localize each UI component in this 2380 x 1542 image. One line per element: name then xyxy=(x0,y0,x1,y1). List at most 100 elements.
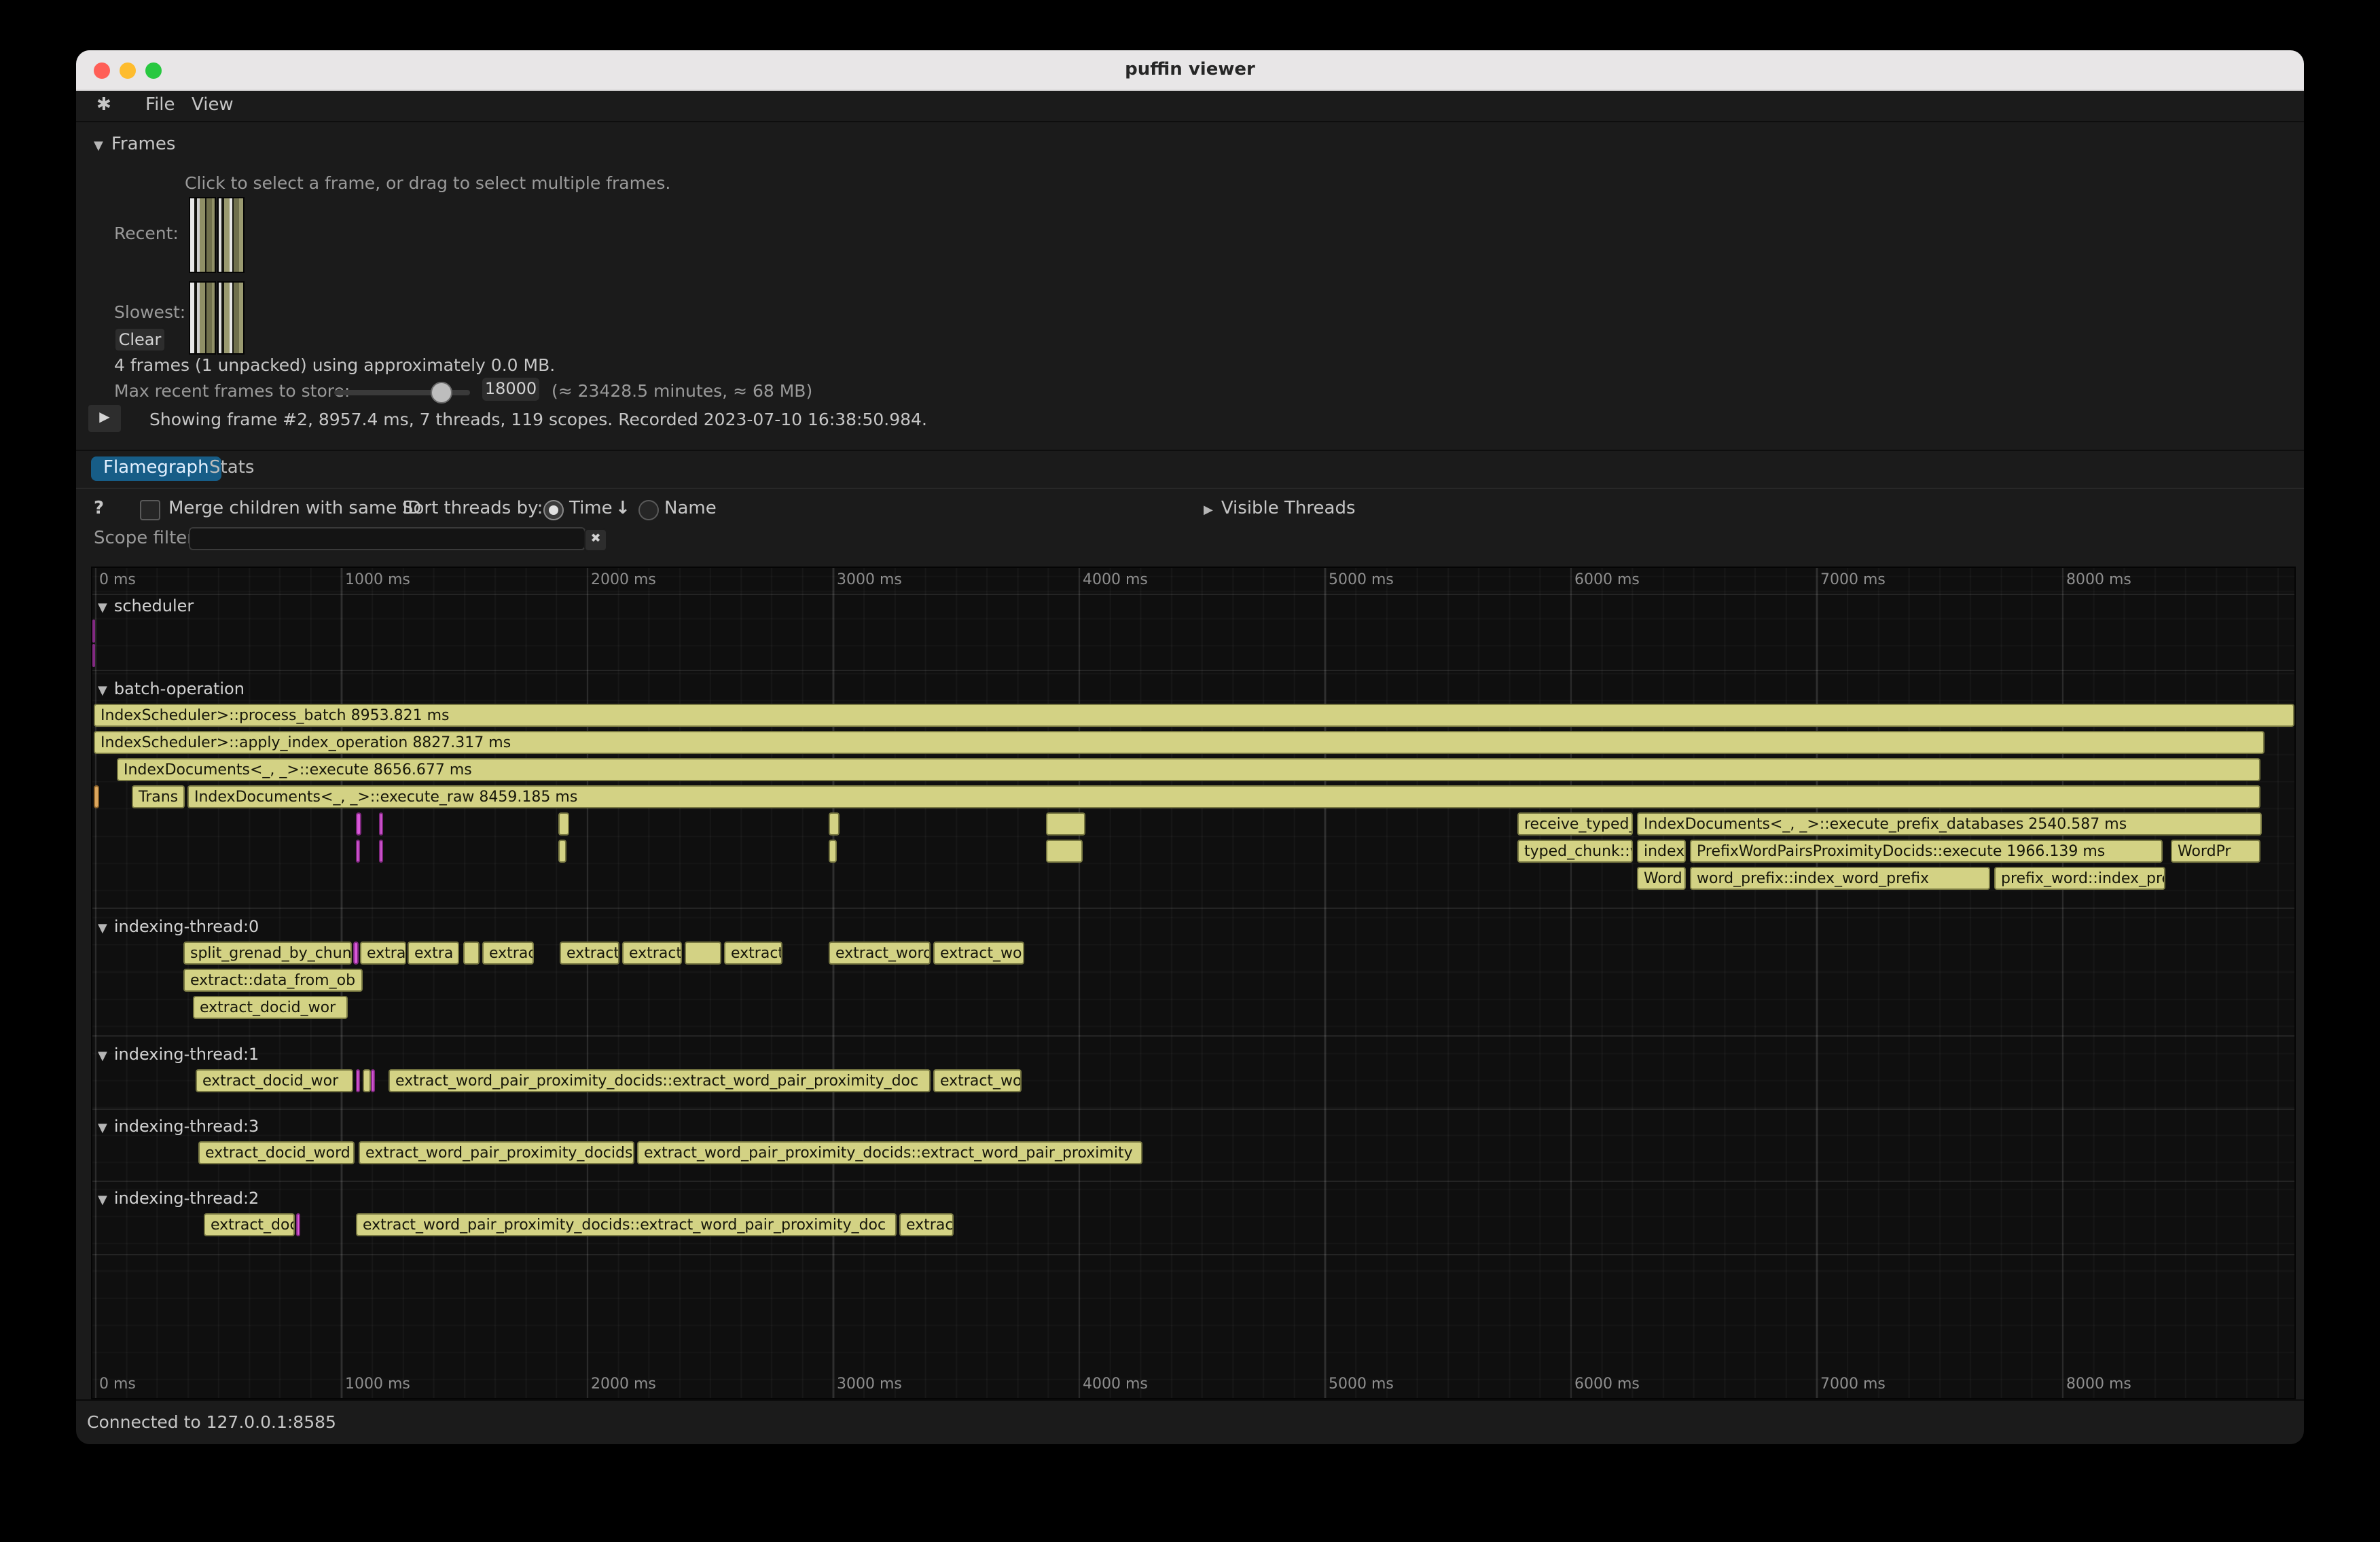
thread-name: indexing-thread:2 xyxy=(114,1189,259,1208)
flame-bar[interactable]: extract_wo xyxy=(933,1069,1022,1092)
help-button[interactable]: ? xyxy=(94,499,104,519)
flame-bar[interactable] xyxy=(829,812,840,836)
flame-bar[interactable]: extract_doc xyxy=(204,1213,295,1236)
flame-bar[interactable]: word_prefix::index_word_prefix xyxy=(1690,867,1990,890)
flame-bar[interactable]: extract_docid_wor xyxy=(193,996,348,1019)
theme-toggle-icon[interactable]: ✱ xyxy=(96,95,111,115)
recent-frames-thumbnail[interactable] xyxy=(217,197,245,273)
flame-bar[interactable] xyxy=(558,812,569,836)
sort-by-time-radio[interactable] xyxy=(543,500,564,520)
sort-direction-arrow-icon[interactable]: ↓ xyxy=(615,499,630,519)
thread-header[interactable]: ▼batch-operation xyxy=(98,679,245,698)
flame-bar[interactable]: index xyxy=(1637,840,1686,863)
thread-header[interactable]: ▼indexing-thread:3 xyxy=(98,1117,259,1136)
clear-filter-button[interactable]: ✖ xyxy=(584,528,607,552)
flame-bar[interactable] xyxy=(92,620,95,643)
play-pause-button[interactable]: ▶ xyxy=(87,404,122,433)
flame-bar[interactable] xyxy=(363,1069,371,1092)
flame-bar[interactable] xyxy=(353,942,359,965)
flame-bar[interactable]: WordPr xyxy=(2171,840,2260,863)
flame-bar[interactable]: extract_wo xyxy=(933,942,1024,965)
recent-frames-thumbnail[interactable] xyxy=(189,197,216,273)
merge-children-label[interactable]: Merge children with same ID xyxy=(168,499,421,519)
flame-bar[interactable]: extrac xyxy=(482,942,534,965)
flame-bar[interactable]: extra xyxy=(408,942,459,965)
max-frames-value[interactable]: 18000 xyxy=(482,378,539,401)
flame-bar[interactable] xyxy=(371,1069,375,1092)
flame-bar[interactable]: extract_word_pair_proximity_docids::extr… xyxy=(637,1141,1142,1164)
flame-bar[interactable] xyxy=(1046,840,1083,863)
sort-by-name-radio[interactable] xyxy=(638,500,659,520)
flame-bar[interactable]: Word xyxy=(1637,867,1686,890)
flame-bar[interactable] xyxy=(558,840,566,863)
time-axis-label: 8000 ms xyxy=(2066,571,2131,588)
flame-bar[interactable] xyxy=(92,644,95,667)
sort-threads-label: Sort threads by: xyxy=(402,499,543,519)
max-frames-slider-knob[interactable] xyxy=(431,382,452,404)
flamegraph-canvas[interactable]: 0 ms1000 ms2000 ms3000 ms4000 ms5000 ms6… xyxy=(91,567,2296,1399)
flame-bar[interactable] xyxy=(356,840,360,863)
flame-bar[interactable] xyxy=(1046,812,1085,836)
thread-header[interactable]: ▼indexing-thread:0 xyxy=(98,917,259,936)
thread-name: batch-operation xyxy=(114,679,245,698)
flame-bar[interactable]: extract_ xyxy=(560,942,619,965)
time-axis-label: 6000 ms xyxy=(1574,1375,1640,1393)
flame-bar[interactable]: extract_word xyxy=(829,942,931,965)
flame-bar[interactable]: IndexScheduler>::apply_index_operation 8… xyxy=(94,731,2265,754)
section-separator xyxy=(92,594,2294,595)
flame-bar[interactable] xyxy=(829,840,837,863)
menu-file[interactable]: File xyxy=(145,95,175,115)
section-separator xyxy=(92,670,2294,671)
clear-frames-button[interactable]: Clear xyxy=(114,327,166,352)
flame-bar[interactable]: IndexDocuments<_, _>::execute 8656.677 m… xyxy=(117,758,2260,781)
thread-header[interactable]: ▼scheduler xyxy=(98,596,194,615)
time-axis-label: 5000 ms xyxy=(1329,571,1394,588)
flame-bar[interactable] xyxy=(94,785,99,808)
thread-header[interactable]: ▼indexing-thread:2 xyxy=(98,1189,259,1208)
flame-bar[interactable]: extract_docid_wor xyxy=(196,1069,353,1092)
flame-bar[interactable]: extract_word_pair_proximity_docids xyxy=(359,1141,634,1164)
flame-bar[interactable]: extrac xyxy=(899,1213,954,1236)
visible-threads-header[interactable]: ▶ Visible Threads xyxy=(1204,499,1356,519)
flame-bar[interactable]: extract_docid_word xyxy=(198,1141,355,1164)
slowest-frames-thumbnail[interactable] xyxy=(189,281,216,355)
time-axis-label: 6000 ms xyxy=(1574,571,1640,588)
flame-bar[interactable] xyxy=(685,942,721,965)
merge-children-checkbox[interactable] xyxy=(140,500,160,520)
tab-stats[interactable]: Stats xyxy=(197,456,266,481)
flame-bar[interactable]: Trans xyxy=(132,785,185,808)
flame-bar[interactable] xyxy=(296,1213,300,1236)
flame-bar[interactable]: typed_chunk::w xyxy=(1517,840,1633,863)
time-axis-label: 8000 ms xyxy=(2066,1375,2131,1393)
flame-bar[interactable]: extract_word_pair_proximity_docids::extr… xyxy=(356,1213,897,1236)
scope-filter-input[interactable] xyxy=(189,527,585,550)
flame-bar[interactable]: prefix_word::index_prefix_wo xyxy=(1994,867,2165,890)
flame-bar[interactable]: extract xyxy=(360,942,406,965)
frames-summary-text: 4 frames (1 unpacked) using approximatel… xyxy=(114,355,555,375)
flame-bar[interactable]: extract_word_pair_proximity_docids::extr… xyxy=(389,1069,931,1092)
flame-bar[interactable]: receive_typed_ xyxy=(1517,812,1633,836)
menu-bar: ✱ File View xyxy=(76,90,2304,122)
flame-bar[interactable]: split_grenad_by_chun xyxy=(183,942,352,965)
flame-bar[interactable]: IndexDocuments<_, _>::execute_prefix_dat… xyxy=(1637,812,2262,836)
sort-by-name-label[interactable]: Name xyxy=(664,499,717,519)
flame-bar[interactable] xyxy=(379,812,383,836)
thread-header[interactable]: ▼indexing-thread:1 xyxy=(98,1045,259,1064)
slowest-frames-thumbnail[interactable] xyxy=(217,281,245,355)
menu-view[interactable]: View xyxy=(192,95,234,115)
flame-bar[interactable] xyxy=(379,840,383,863)
flame-bar[interactable] xyxy=(463,942,480,965)
flame-bar[interactable] xyxy=(356,812,361,836)
tabs-separator xyxy=(76,488,2304,489)
frames-collapsible-header[interactable]: ▼ Frames xyxy=(94,135,175,155)
frame-status-text: Showing frame #2, 8957.4 ms, 7 threads, … xyxy=(149,409,927,429)
flame-bar[interactable]: IndexDocuments<_, _>::execute_raw 8459.1… xyxy=(187,785,2260,808)
sort-by-time-label[interactable]: Time xyxy=(569,499,613,519)
time-axis-label: 2000 ms xyxy=(591,1375,656,1393)
flame-bar[interactable]: PrefixWordPairsProximityDocids::execute … xyxy=(1690,840,2163,863)
flame-bar[interactable]: IndexScheduler>::process_batch 8953.821 … xyxy=(94,704,2294,727)
flame-bar[interactable] xyxy=(356,1069,360,1092)
flame-bar[interactable]: extract_ xyxy=(622,942,682,965)
flame-bar[interactable]: extract::data_from_ob xyxy=(183,969,363,992)
flame-bar[interactable]: extract xyxy=(724,942,782,965)
